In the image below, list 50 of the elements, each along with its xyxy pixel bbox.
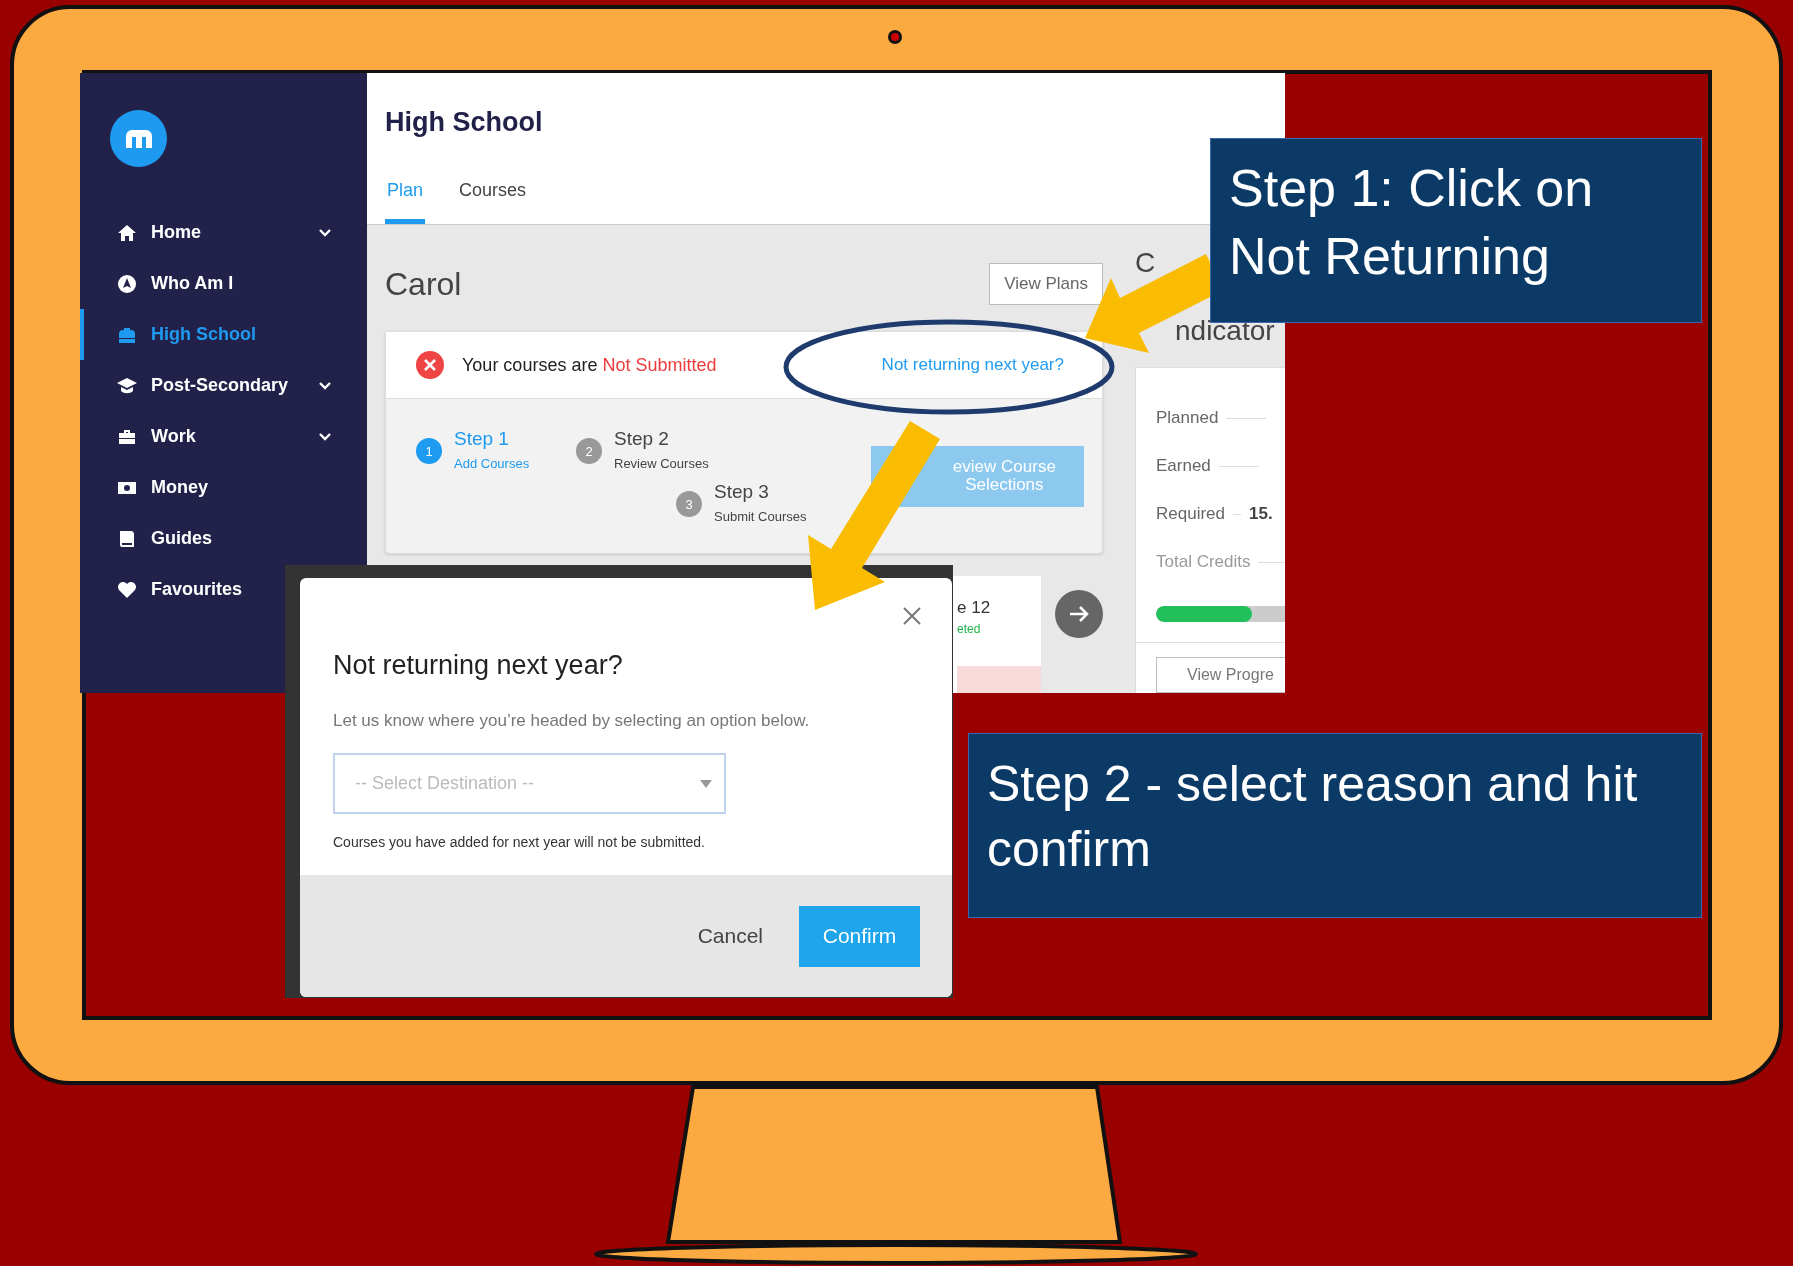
graduation-cap-icon	[117, 375, 137, 396]
close-icon[interactable]	[902, 606, 922, 626]
step-subtitle: Review Courses	[614, 456, 709, 471]
view-progress-button[interactable]: View Progre	[1156, 657, 1285, 693]
chevron-down-icon	[318, 380, 332, 391]
sidebar-item[interactable]: High School	[80, 309, 367, 360]
callout-box: Step 1: Click on Not Returning	[1210, 138, 1702, 323]
dialog-description: Let us know where you’re headed by selecting an option below.	[333, 711, 811, 731]
sidebar-item[interactable]: Guides	[80, 513, 367, 564]
cancel-button[interactable]: Cancel	[691, 923, 769, 949]
indicator-heading-start: C	[1135, 246, 1156, 280]
error-icon	[416, 351, 444, 379]
status-text: Your courses are Not Submitted	[462, 354, 718, 376]
sidebar-item[interactable]: Who Am I	[80, 258, 367, 309]
logo-icon	[110, 110, 167, 167]
step-subtitle: Submit Courses	[714, 509, 807, 524]
step-subtitle: Add Courses	[454, 456, 530, 471]
home-icon	[117, 222, 137, 243]
student-name: Carol	[385, 265, 462, 303]
step-title: Step 2	[614, 428, 670, 450]
page-title: High School	[385, 107, 544, 138]
sidebar-item[interactable]: Post-Secondary	[80, 360, 367, 411]
credit-label: Earned	[1156, 456, 1211, 476]
view-plans-button[interactable]: View Plans	[989, 263, 1103, 305]
book-icon	[117, 528, 137, 549]
chevron-down-icon	[318, 431, 332, 442]
chevron-down-icon	[318, 227, 332, 238]
step-number: 3	[676, 491, 702, 517]
credit-label: Required	[1156, 504, 1225, 524]
arrow-right-icon	[1068, 605, 1090, 623]
step-title: Step 1	[454, 428, 510, 450]
course-title: e 12	[957, 598, 992, 618]
dialog-note: Courses you have added for next year will not be submitted.	[333, 834, 706, 850]
heart-icon	[117, 579, 137, 600]
sidebar-item[interactable]: Work	[80, 411, 367, 462]
tab[interactable]: Courses	[457, 180, 529, 224]
course-status: eted	[957, 622, 982, 636]
step-number: 2	[576, 438, 602, 464]
credit-value: 15.	[1249, 504, 1273, 524]
credit-label: Planned	[1156, 408, 1219, 428]
dialog-title: Not returning next year?	[333, 650, 624, 681]
next-arrow-button[interactable]	[1055, 590, 1103, 638]
dropdown-caret-icon	[700, 779, 712, 788]
credit-label: Total Credits	[1156, 552, 1251, 572]
sidebar-item[interactable]: Money	[80, 462, 367, 513]
step-number: 1	[416, 438, 442, 464]
compass-icon	[117, 273, 137, 294]
callout-box: Step 2 - select reason and hit confirm	[968, 733, 1702, 918]
sidebar-item[interactable]: Home	[80, 207, 367, 258]
step-title: Step 3	[714, 481, 770, 503]
